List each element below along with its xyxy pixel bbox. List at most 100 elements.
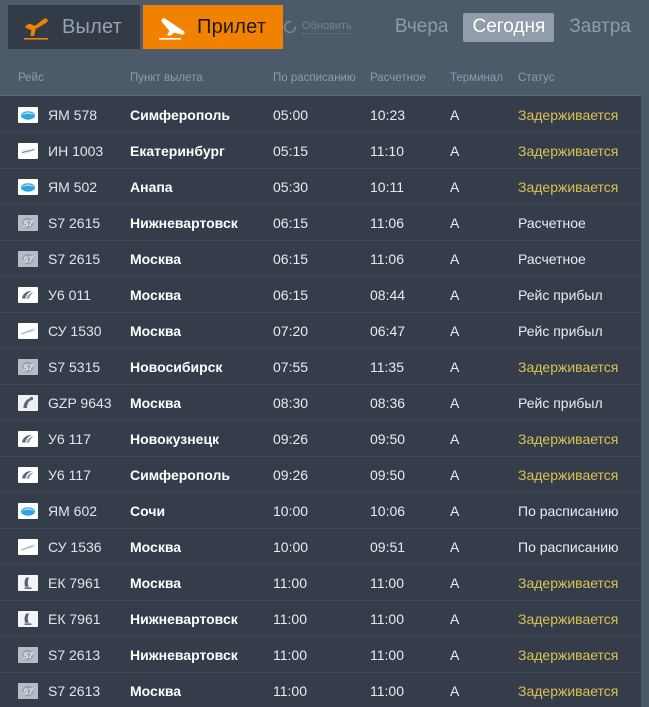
svg-text:S7: S7 — [23, 687, 33, 696]
tab-departures-label: Вылет — [62, 15, 123, 38]
flight-cell: S7 S7 5315 — [0, 358, 130, 375]
flight-number: ЯМ 578 — [48, 106, 98, 123]
flight-cell: ИН 1003 — [0, 142, 130, 159]
emirates-logo-icon — [18, 574, 38, 591]
scheduled-time: 05:00 — [273, 106, 309, 123]
uralair-logo-icon — [18, 466, 38, 483]
origin-city: Екатеринбург — [130, 142, 225, 159]
emirates-logo-icon — [18, 610, 38, 627]
origin-city: Симферополь — [130, 466, 231, 483]
flight-number: СУ 1536 — [48, 538, 102, 555]
scheduled-time: 11:00 — [273, 646, 307, 663]
terminal: A — [450, 358, 460, 375]
flight-cell: ЯМ 502 — [0, 178, 130, 195]
scheduled-time: 11:00 — [273, 574, 307, 591]
status-badge: Задерживается — [518, 178, 619, 195]
estimated-time: 09:51 — [370, 538, 406, 555]
flight-number: ЕК 7961 — [48, 610, 101, 627]
plane-landing-icon — [157, 14, 187, 40]
terminal: A — [450, 502, 460, 519]
tab-departures[interactable]: Вылет — [8, 5, 141, 49]
scheduled-time: 05:15 — [273, 142, 309, 159]
svg-text:S7: S7 — [23, 219, 33, 228]
table-row[interactable]: ЯМ 602 Сочи 10:00 10:06 A По расписанию — [0, 493, 641, 529]
flight-number: S7 2613 — [48, 682, 101, 699]
flight-cell: У6 011 — [0, 286, 130, 303]
origin-city: Симферополь — [130, 106, 231, 123]
yamal-logo-icon — [18, 178, 38, 195]
flight-cell: S7 S7 2615 — [0, 214, 130, 231]
scheduled-time: 11:00 — [273, 610, 307, 627]
terminal: A — [450, 250, 460, 267]
table-row[interactable]: СУ 1536 Москва 10:00 09:51 A По расписанию — [0, 529, 641, 565]
refresh-label: Обновить — [302, 20, 352, 34]
toolbar-right-controls: Обновить Вчера Сегодня Завтра — [283, 5, 649, 49]
terminal: A — [450, 646, 460, 663]
status-badge: Задерживается — [518, 466, 619, 483]
table-row[interactable]: S7 S7 2615 Нижневартовск 06:15 11:06 A Расчетн… — [0, 205, 641, 241]
svg-text:S7: S7 — [23, 363, 33, 372]
estimated-time: 10:11 — [370, 178, 404, 195]
top-toolbar: Вылет Прилет Обновить Вчера Сегодня Завт… — [0, 0, 649, 60]
table-row[interactable]: S7 S7 2613 Нижневартовск 11:00 11:00 A Задержи… — [0, 637, 641, 673]
flight-cell: ЯМ 602 — [0, 502, 130, 519]
origin-city: Нижневартовск — [130, 646, 238, 663]
table-row[interactable]: ЕК 7961 Москва 11:00 11:00 A Задерживается — [0, 565, 641, 601]
scheduled-time: 09:26 — [273, 466, 309, 483]
flight-number: У6 011 — [48, 286, 91, 303]
status-badge: Задерживается — [518, 610, 619, 627]
s7-logo-icon: S7 — [18, 646, 38, 663]
status-badge: Расчетное — [518, 250, 586, 267]
terminal: A — [450, 142, 460, 159]
table-row[interactable]: У6 117 Новокузнецк 09:26 09:50 A Задерживаетс… — [0, 421, 641, 457]
tab-arrivals[interactable]: Прилет — [143, 5, 284, 49]
table-row[interactable]: ЕК 7961 Нижневартовск 11:00 11:00 A Задержива… — [0, 601, 641, 637]
table-row[interactable]: ЯМ 502 Анапа 05:30 10:11 A Задерживается — [0, 169, 641, 205]
estimated-time: 08:44 — [370, 286, 406, 303]
flight-number: У6 117 — [48, 466, 91, 483]
table-row[interactable]: GZP 9643 Москва 08:30 08:36 A Рейс прибыл — [0, 385, 641, 421]
table-header-row: Рейс Пункт вылета По расписанию Расчетно… — [0, 60, 641, 96]
s7-logo-icon: S7 — [18, 358, 38, 375]
flight-cell: У6 117 — [0, 430, 130, 447]
estimated-time: 11:00 — [370, 682, 404, 699]
table-row[interactable]: У6 117 Симферополь 09:26 09:50 A Задерживаетс… — [0, 457, 641, 493]
status-badge: По расписанию — [518, 502, 619, 519]
estimated-time: 11:06 — [370, 250, 404, 267]
refresh-icon — [283, 20, 297, 34]
s7-logo-icon: S7 — [18, 682, 38, 699]
flight-number: S7 5315 — [48, 358, 101, 375]
estimated-time: 10:23 — [370, 106, 406, 123]
table-row[interactable]: У6 011 Москва 06:15 08:44 A Рейс прибыл — [0, 277, 641, 313]
table-row[interactable]: СУ 1530 Москва 07:20 06:47 A Рейс прибыл — [0, 313, 641, 349]
scheduled-time: 07:20 — [273, 322, 309, 339]
flight-number: ЯМ 502 — [48, 178, 98, 195]
estimated-time: 11:00 — [370, 646, 404, 663]
column-header-estimated: Расчетное — [370, 71, 426, 84]
estimated-time: 11:10 — [370, 142, 404, 159]
uralair-logo-icon — [18, 430, 38, 447]
table-row[interactable]: S7 S7 2613 Москва 11:00 11:00 A Задерживается — [0, 673, 641, 707]
table-row[interactable]: ЯМ 578 Симферополь 05:00 10:23 A Задерживаетс… — [0, 97, 641, 133]
day-filter-tomorrow[interactable]: Завтра — [560, 13, 640, 42]
table-row[interactable]: S7 S7 2615 Москва 06:15 11:06 A Расчетное — [0, 241, 641, 277]
refresh-button[interactable]: Обновить — [283, 20, 352, 34]
day-filter-yesterday[interactable]: Вчера — [386, 13, 458, 42]
origin-city: Новокузнецк — [130, 430, 220, 447]
yamal-logo-icon — [18, 106, 38, 123]
status-badge: Задерживается — [518, 142, 619, 159]
tab-arrivals-label: Прилет — [197, 15, 267, 38]
flight-number: ИН 1003 — [48, 142, 104, 159]
flight-number: СУ 1530 — [48, 322, 102, 339]
column-header-terminal: Терминал — [450, 71, 503, 84]
table-row[interactable]: ИН 1003 Екатеринбург 05:15 11:10 A Задерживае… — [0, 133, 641, 169]
svg-text:S7: S7 — [23, 651, 33, 660]
flight-number: ЯМ 602 — [48, 502, 98, 519]
estimated-time: 09:50 — [370, 466, 406, 483]
flight-number: У6 117 — [48, 430, 91, 447]
origin-city: Нижневартовск — [130, 214, 238, 231]
flight-cell: S7 S7 2613 — [0, 682, 130, 699]
table-row[interactable]: S7 S7 5315 Новосибирск 07:55 11:35 A Задержива… — [0, 349, 641, 385]
day-filter-today[interactable]: Сегодня — [463, 12, 555, 42]
scheduled-time: 06:15 — [273, 214, 309, 231]
